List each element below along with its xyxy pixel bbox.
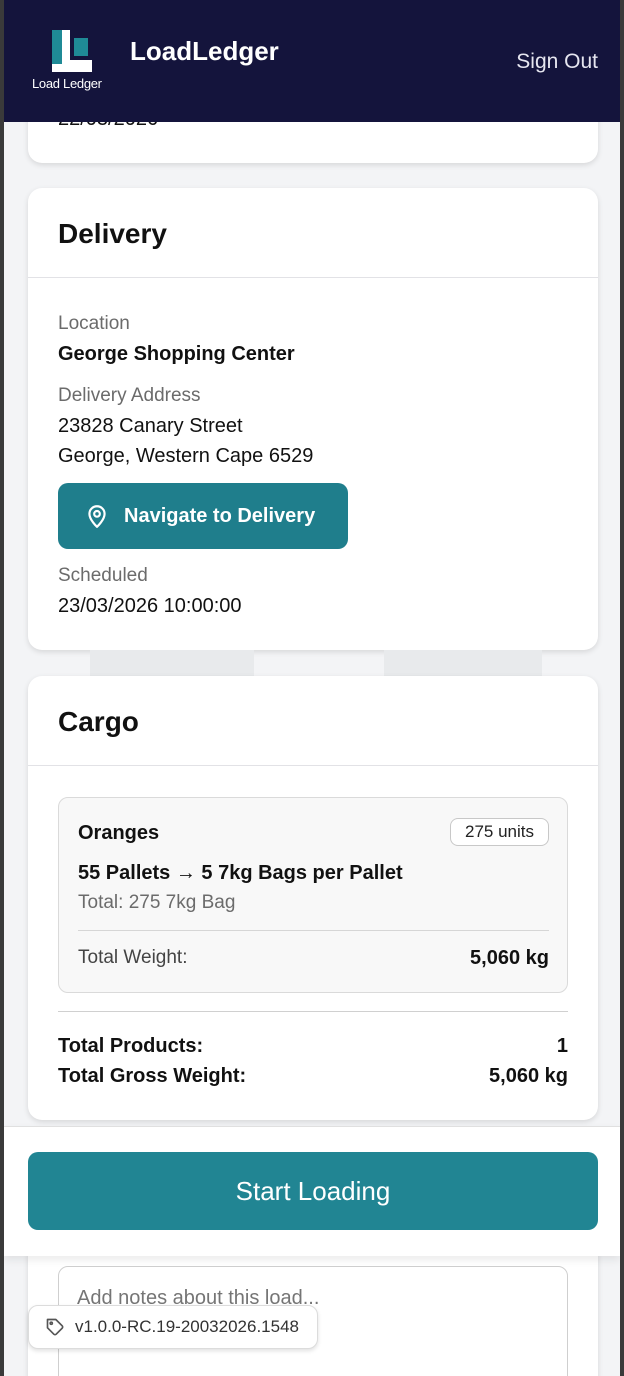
- logo-text: Load Ledger: [32, 76, 102, 91]
- app-logo: Load Ledger: [32, 30, 110, 94]
- cargo-divider: [58, 1011, 568, 1012]
- total-gross-value: 5,060 kg: [489, 1065, 568, 1087]
- app-header: Load Ledger LoadLedger Sign Out: [0, 0, 624, 122]
- cargo-card-header: Cargo: [28, 676, 598, 766]
- cargo-card: Cargo Oranges 275 units 55 Pallets → 5 7…: [28, 676, 598, 1120]
- map-pin-icon: [88, 505, 106, 528]
- delivery-title: Delivery: [58, 218, 167, 249]
- product-name: Oranges: [78, 822, 160, 844]
- total-weight-value: 5,060 kg: [470, 947, 549, 969]
- background-block: [384, 650, 542, 676]
- tag-icon: [46, 1318, 64, 1336]
- total-products-value: 1: [556, 1035, 568, 1057]
- scheduled-label: Scheduled: [58, 565, 148, 586]
- delivery-address-line1: 23828 Canary Street: [58, 415, 243, 437]
- total-weight-label: Total Weight:: [78, 947, 188, 968]
- total-gross-row: Total Gross Weight: 5,060 kg: [58, 1065, 568, 1088]
- delivery-address-line2: George, Western Cape 6529: [58, 445, 314, 467]
- product-item: Oranges 275 units 55 Pallets → 5 7kg Bag…: [58, 797, 568, 993]
- sign-out-button[interactable]: Sign Out: [516, 50, 598, 74]
- version-badge: v1.0.0-RC.19-20032026.1548: [28, 1305, 318, 1349]
- location-value: George Shopping Center: [58, 343, 295, 365]
- navigate-button-label: Navigate to Delivery: [124, 504, 316, 527]
- logo-mark-icon: [52, 30, 92, 72]
- cargo-title: Cargo: [58, 706, 139, 737]
- app-title: LoadLedger: [130, 36, 279, 66]
- location-label: Location: [58, 313, 130, 334]
- background-block: [90, 650, 254, 676]
- units-badge: 275 units: [450, 818, 549, 846]
- delivery-card-header: Delivery: [28, 188, 598, 278]
- delivery-card: Delivery Location George Shopping Center…: [28, 188, 598, 650]
- delivery-address-label: Delivery Address: [58, 385, 201, 406]
- navigate-to-delivery-button[interactable]: Navigate to Delivery: [58, 483, 348, 549]
- total-products-label: Total Products:: [58, 1035, 204, 1057]
- version-label: v1.0.0-RC.19-20032026.1548: [75, 1317, 299, 1336]
- action-bar: Start Loading: [4, 1126, 620, 1256]
- product-total: Total: 275 7kg Bag: [78, 892, 236, 913]
- product-description: 55 Pallets → 5 7kg Bags per Pallet: [78, 862, 403, 884]
- total-gross-label: Total Gross Weight:: [58, 1065, 247, 1087]
- start-loading-button[interactable]: Start Loading: [28, 1152, 598, 1230]
- scheduled-value: 23/03/2026 10:00:00: [58, 595, 242, 617]
- product-divider: [78, 930, 549, 931]
- total-products-row: Total Products: 1: [58, 1035, 568, 1058]
